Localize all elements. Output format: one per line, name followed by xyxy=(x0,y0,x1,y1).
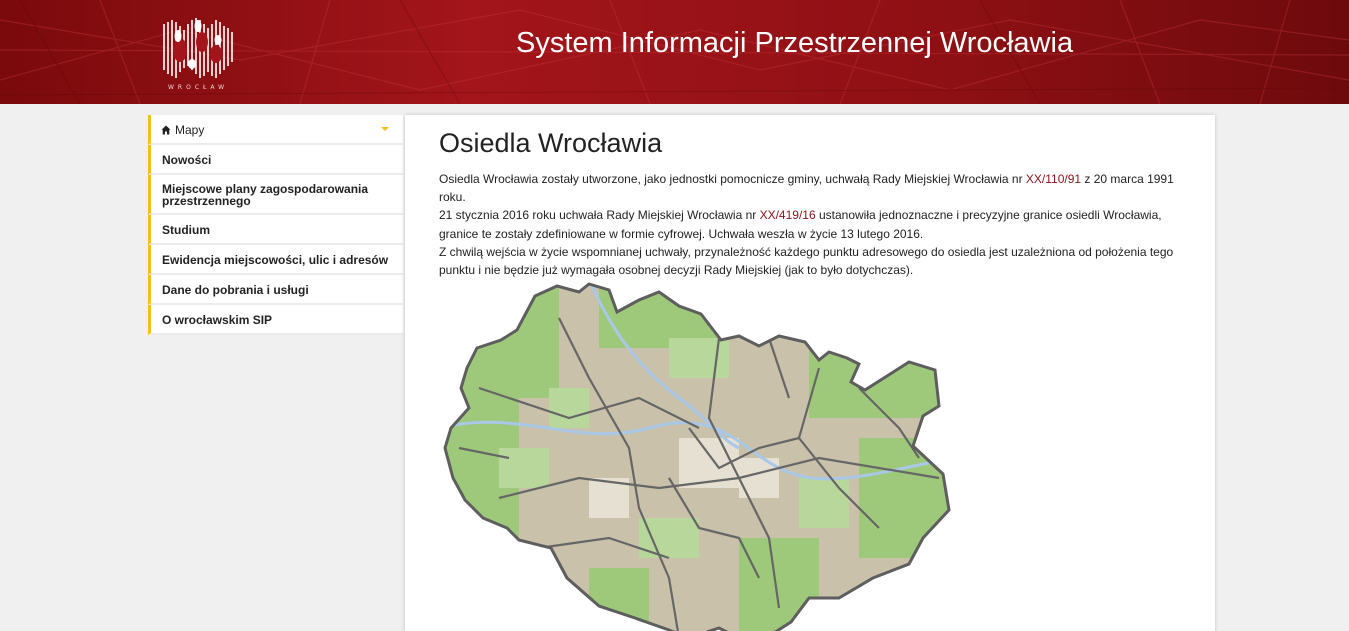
intro-text: Osiedla Wrocławia zostały utworzone, jak… xyxy=(439,170,1179,279)
sidebar-item-label: Studium xyxy=(162,223,210,237)
sidebar-item-studium[interactable]: Studium xyxy=(148,215,403,245)
resolution-link-2016[interactable]: XX/419/16 xyxy=(760,208,816,222)
wroclaw-logo[interactable] xyxy=(158,10,244,94)
sidebar-item-label: Miejscowe plany zagospodarowania przestr… xyxy=(162,182,369,208)
sidebar-item-label: O wrocławskim SIP xyxy=(162,313,273,327)
sidebar-item-mapy[interactable]: Mapy xyxy=(148,115,403,145)
sidebar-item-label: Ewidencja miejscowości, ulic i adresów xyxy=(162,253,389,267)
paragraph-3-text: Z chwilą wejścia w życie wspomnianej uch… xyxy=(439,244,1174,278)
paragraph-2-text: 21 stycznia 2016 roku uchwała Rady Miejs… xyxy=(439,208,760,223)
sidebar-nav: Mapy Nowości Miejscowe plany zagospodaro… xyxy=(148,115,403,335)
logo-caption: WROCŁAW xyxy=(168,84,229,91)
sidebar-item-nowosci[interactable]: Nowości xyxy=(148,145,403,175)
page-title: Osiedla Wrocławia xyxy=(439,128,663,158)
chevron-down-icon xyxy=(381,127,389,131)
resolution-link-1991[interactable]: XX/110/91 xyxy=(1026,172,1081,186)
paragraph-1-text: Osiedla Wrocławia zostały utworzone, jak… xyxy=(439,172,1026,186)
main-content: Osiedla Wrocławia Osiedla Wrocławia zost… xyxy=(405,115,1215,631)
site-header: WROCŁAW System Informacji Przestrzennej … xyxy=(0,0,1349,104)
home-icon xyxy=(161,125,171,135)
sidebar-item-o-sip[interactable]: O wrocławskim SIP xyxy=(148,305,403,335)
sidebar-item-dane[interactable]: Dane do pobrania i usługi xyxy=(148,275,403,305)
sidebar-item-mpzp[interactable]: Miejscowe plany zagospodarowania przestr… xyxy=(148,175,403,215)
districts-map xyxy=(443,282,951,631)
site-title: System Informacji Przestrzennej Wrocławi… xyxy=(516,27,1074,59)
sidebar-item-ewidencja[interactable]: Ewidencja miejscowości, ulic i adresów xyxy=(148,245,403,275)
sidebar-item-label: Dane do pobrania i usługi xyxy=(162,283,309,297)
sidebar-item-label: Nowości xyxy=(162,153,212,167)
sidebar-item-label: Mapy xyxy=(175,123,205,137)
